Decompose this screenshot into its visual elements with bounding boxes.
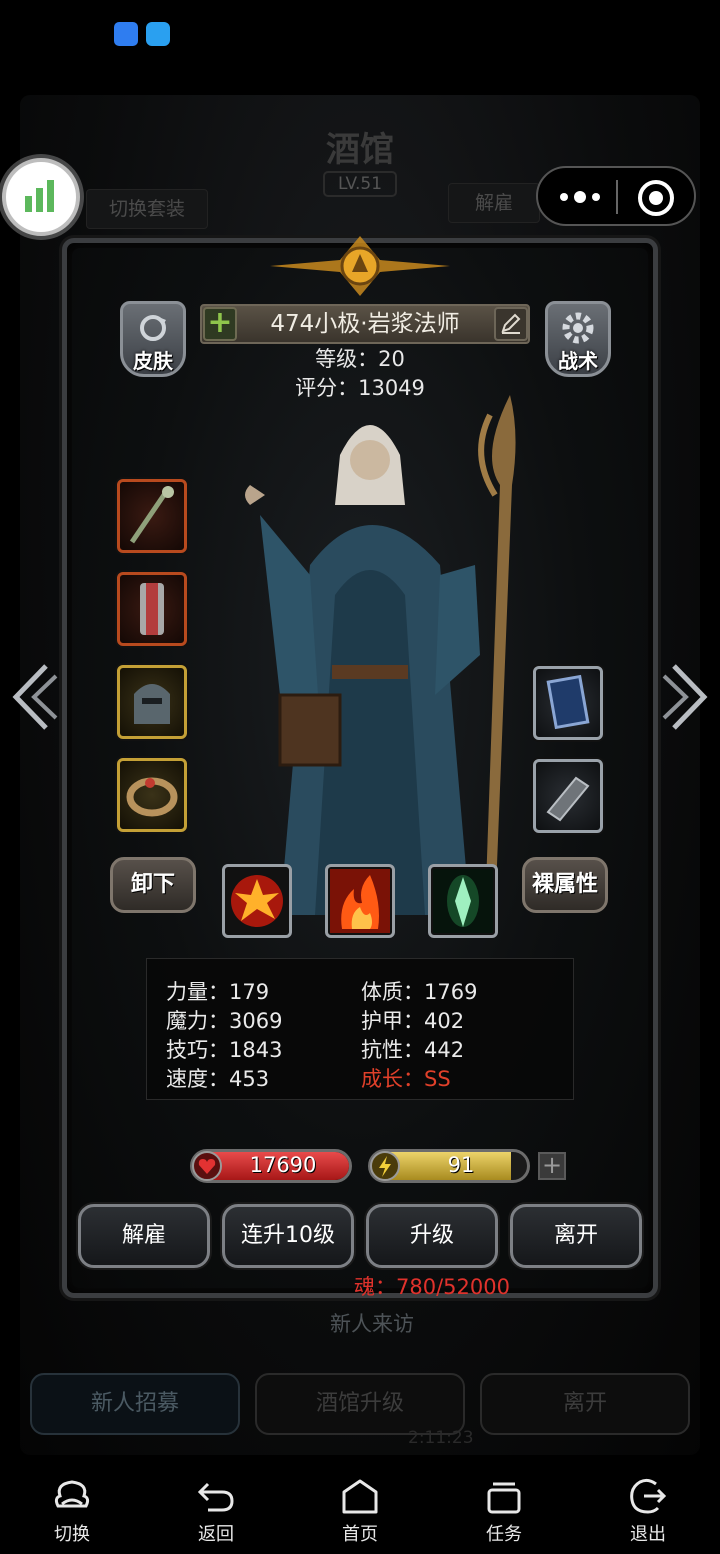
stat-armor: 护甲：402	[361, 1009, 465, 1033]
fire-burst-icon	[231, 875, 283, 927]
helmet-icon	[134, 684, 170, 724]
bracer-icon	[546, 776, 590, 822]
nav-home[interactable]: 首页	[310, 1476, 410, 1546]
flame-icon	[330, 869, 390, 933]
nav-back-label: 返回	[198, 1524, 234, 1545]
unequip-button[interactable]: 卸下	[110, 857, 196, 913]
add-energy-button[interactable]: +	[538, 1152, 566, 1180]
equip-slot-armor[interactable]	[117, 572, 187, 646]
home-icon	[342, 1479, 378, 1514]
lightning-icon	[370, 1151, 400, 1181]
back-icon	[197, 1482, 234, 1512]
tavern-title: 酒馆	[326, 130, 394, 170]
skill-slot-2[interactable]	[325, 864, 395, 938]
edit-name-button[interactable]	[494, 307, 528, 341]
stat-growth: 成长：SS	[361, 1067, 451, 1091]
gear-icon	[562, 312, 594, 344]
hero-name: 474小极·岩浆法师	[270, 311, 460, 337]
soul-counter: 魂：780/52000	[354, 1275, 510, 1299]
nav-home-label: 首页	[342, 1524, 378, 1545]
robe-icon	[140, 583, 164, 635]
staff-icon	[129, 486, 174, 544]
scroll-icon	[546, 674, 590, 730]
nav-back[interactable]: 返回	[166, 1476, 266, 1546]
bg-dismiss-button: 解雇	[448, 183, 540, 223]
switch-outfit-button: 切换套装	[86, 189, 208, 229]
nav-switch-label: 切换	[54, 1524, 90, 1545]
more-icon[interactable]	[556, 182, 606, 212]
refresh-icon	[140, 315, 166, 341]
task-icon	[487, 1482, 521, 1514]
skill-slot-1[interactable]	[222, 864, 292, 938]
equip-slot-scroll[interactable]	[533, 666, 603, 740]
switch-icon	[54, 1480, 90, 1508]
level-up-button[interactable]: 升级	[366, 1204, 498, 1268]
recruit-button: 新人招募	[30, 1373, 240, 1435]
add-hero-button[interactable]: +	[203, 307, 237, 341]
leave-button[interactable]: 离开	[510, 1204, 642, 1268]
tavern-level: LV.51	[323, 171, 397, 197]
stat-resistance: 抗性：442	[361, 1038, 465, 1062]
skill-slot-3[interactable]	[428, 864, 498, 938]
naked-attributes-button[interactable]: 裸属性	[522, 857, 608, 913]
nav-task[interactable]: 任务	[454, 1476, 554, 1546]
capsule-divider	[616, 180, 618, 214]
equip-slot-ring[interactable]	[117, 758, 187, 832]
equip-slot-helmet[interactable]	[117, 665, 187, 739]
hero-level: 等级：20	[315, 347, 405, 371]
crystal-icon	[433, 869, 493, 933]
stat-strength: 力量：179	[166, 980, 270, 1004]
status-app-icon	[114, 22, 138, 46]
stat-magic: 魔力：3069	[166, 1009, 283, 1033]
hero-score: 评分：13049	[295, 376, 425, 400]
visitor-label: 新人来访	[330, 1312, 414, 1336]
close-circle-icon[interactable]	[636, 178, 676, 218]
equip-slot-bracer[interactable]	[533, 759, 603, 833]
nav-switch[interactable]: 切换	[22, 1476, 122, 1546]
bar-chart-icon	[25, 180, 54, 212]
prev-hero-arrow-icon[interactable]	[10, 662, 60, 732]
exit-icon	[630, 1478, 667, 1514]
status-message-icon	[146, 22, 170, 46]
tavern-upgrade-button: 酒馆升级	[255, 1373, 465, 1435]
skin-label: 皮肤	[133, 349, 173, 373]
level-up-10-button[interactable]: 连升10级	[222, 1204, 354, 1268]
tactics-label: 战术	[558, 349, 598, 373]
equip-slot-weapon[interactable]	[117, 479, 187, 553]
skin-button[interactable]: 皮肤	[120, 301, 186, 377]
nav-exit-label: 退出	[630, 1524, 666, 1545]
stat-constitution: 体质：1769	[361, 980, 478, 1004]
game-screen: 酒馆 LV.51 切换套装 解雇 筛选 新人来访 新人招募 酒馆升级 离开 2:…	[0, 0, 720, 1554]
panel-emblem-icon	[270, 236, 450, 296]
nav-exit[interactable]: 退出	[598, 1476, 698, 1546]
recruit-timer: 2:11:23	[408, 1428, 474, 1448]
next-hero-arrow-icon[interactable]	[660, 662, 710, 732]
hero-portrait	[245, 395, 516, 915]
nav-task-label: 任务	[486, 1524, 522, 1545]
pencil-icon	[501, 313, 521, 334]
energy-value: 91	[447, 1153, 475, 1177]
ring-icon	[126, 777, 178, 817]
floating-stats-button[interactable]	[2, 158, 80, 236]
stat-speed: 速度：453	[166, 1067, 270, 1091]
bg-leave-button: 离开	[480, 1373, 690, 1435]
dismiss-button[interactable]: 解雇	[78, 1204, 210, 1268]
hp-value: 17690	[249, 1153, 317, 1177]
tactics-button[interactable]: 战术	[545, 301, 611, 377]
mini-program-capsule	[536, 166, 696, 226]
stat-skill: 技巧：1843	[166, 1038, 283, 1062]
